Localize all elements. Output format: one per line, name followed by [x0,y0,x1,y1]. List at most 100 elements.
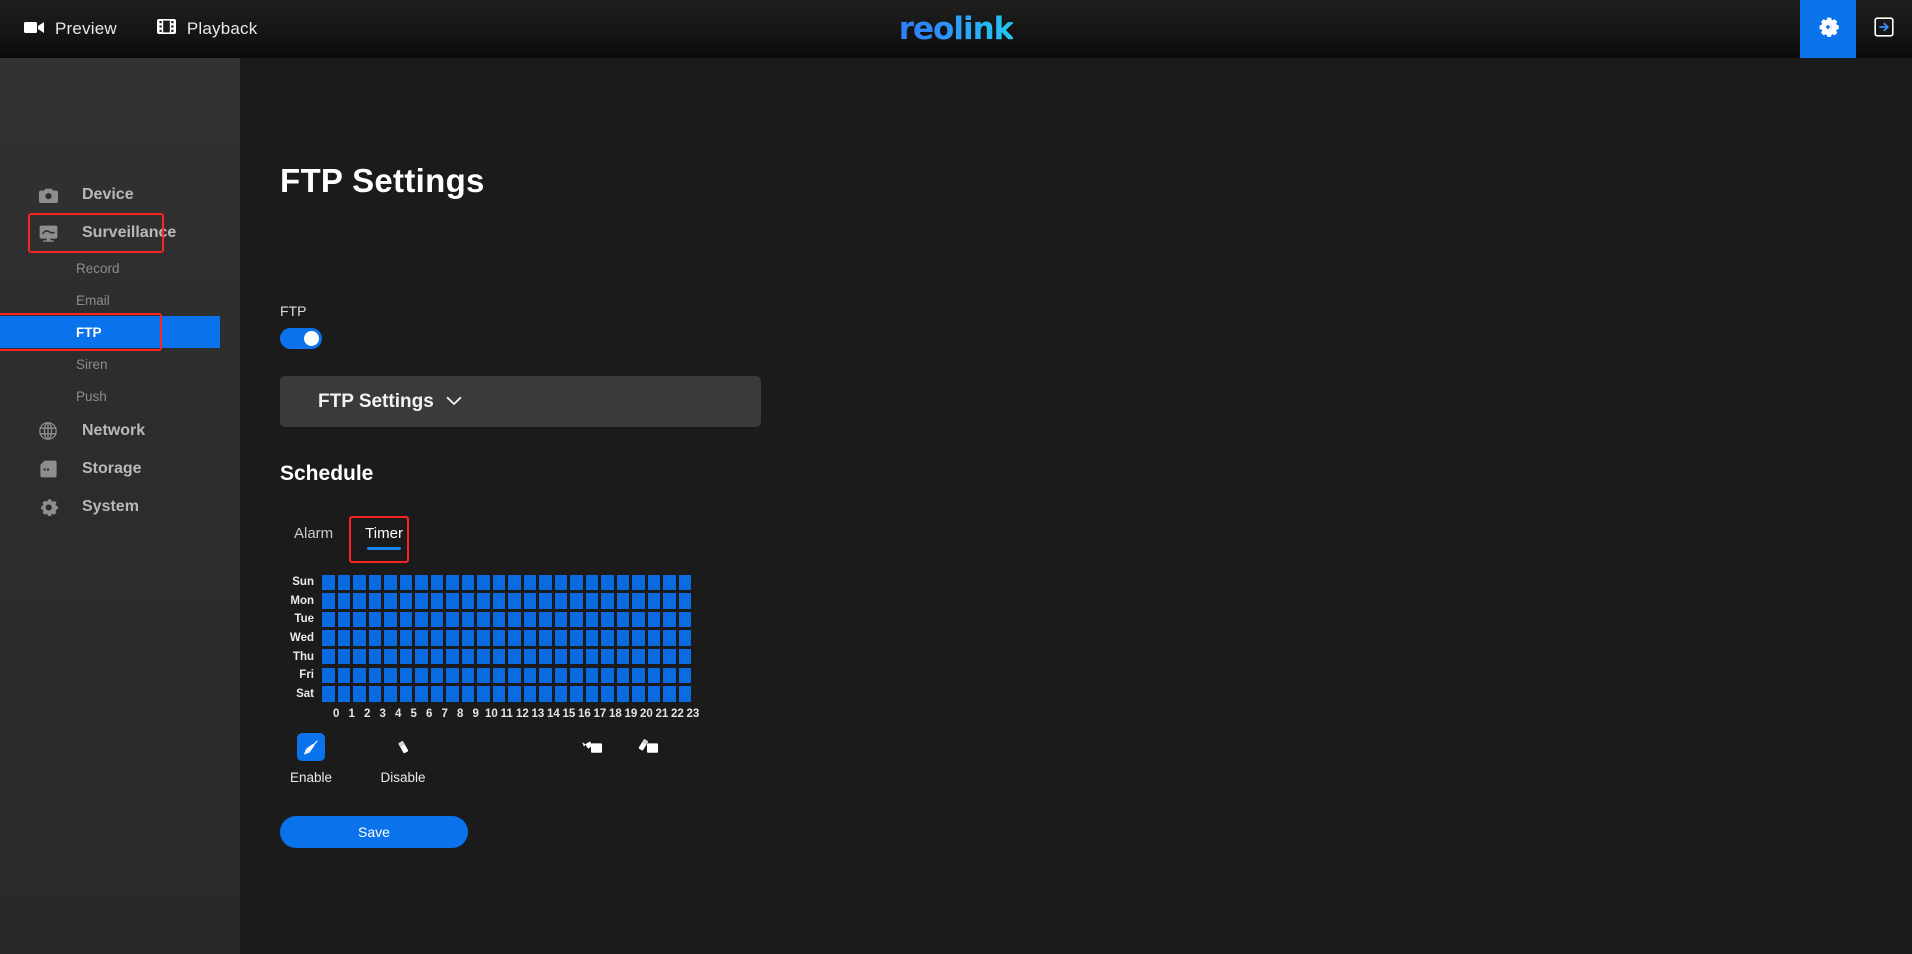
schedule-cell[interactable] [415,611,428,628]
schedule-cell[interactable] [492,667,505,684]
schedule-cell[interactable] [523,648,536,665]
schedule-cell[interactable] [508,648,521,665]
sidebar-item-push[interactable]: Push [0,380,240,412]
schedule-cell[interactable] [570,611,583,628]
schedule-cell[interactable] [322,667,335,684]
save-button[interactable]: Save [280,816,468,848]
schedule-cell[interactable] [353,574,366,591]
schedule-cell[interactable] [523,686,536,702]
schedule-cell[interactable] [585,686,598,702]
schedule-cell[interactable] [678,686,691,702]
schedule-cell[interactable] [399,648,412,665]
schedule-cell[interactable] [678,648,691,665]
logout-button[interactable] [1856,0,1912,58]
schedule-cell[interactable] [384,686,397,702]
schedule-cell[interactable] [508,574,521,591]
schedule-cell[interactable] [539,593,552,609]
schedule-cell[interactable] [322,648,335,665]
tab-timer[interactable]: Timer [349,516,417,563]
schedule-cell[interactable] [539,574,552,591]
schedule-cell[interactable] [322,630,335,646]
schedule-cell[interactable] [461,611,474,628]
schedule-cell[interactable] [415,630,428,646]
schedule-cell[interactable] [368,611,381,628]
schedule-cell[interactable] [570,667,583,684]
schedule-cell[interactable] [446,630,459,646]
schedule-cell[interactable] [523,667,536,684]
sidebar-item-email[interactable]: Email [0,284,240,316]
schedule-cell[interactable] [632,630,645,646]
schedule-cell[interactable] [539,630,552,646]
schedule-cell[interactable] [570,630,583,646]
schedule-cell[interactable] [337,574,350,591]
schedule-cell[interactable] [601,686,614,702]
schedule-cell[interactable] [461,648,474,665]
schedule-cell[interactable] [353,593,366,609]
tab-alarm[interactable]: Alarm [280,518,347,553]
schedule-cell[interactable] [399,630,412,646]
schedule-cell[interactable] [430,611,443,628]
schedule-cell[interactable] [508,667,521,684]
schedule-cell[interactable] [616,630,629,646]
schedule-cell[interactable] [523,593,536,609]
schedule-cell[interactable] [446,667,459,684]
schedule-cell[interactable] [430,667,443,684]
schedule-cell[interactable] [554,611,567,628]
schedule-cell[interactable] [539,686,552,702]
schedule-cell[interactable] [461,593,474,609]
schedule-cell[interactable] [446,648,459,665]
clear-all-button[interactable] [636,736,662,762]
schedule-cell[interactable] [322,574,335,591]
schedule-cell[interactable] [384,611,397,628]
sidebar-item-device[interactable]: Device [0,176,240,214]
schedule-cell[interactable] [477,611,490,628]
schedule-cell[interactable] [415,648,428,665]
schedule-cell[interactable] [585,648,598,665]
schedule-cell[interactable] [337,611,350,628]
schedule-cell[interactable] [461,686,474,702]
schedule-cell[interactable] [399,667,412,684]
schedule-cell[interactable] [492,574,505,591]
schedule-cell[interactable] [554,593,567,609]
schedule-cell[interactable] [384,648,397,665]
schedule-cell[interactable] [399,574,412,591]
sidebar-item-siren[interactable]: Siren [0,348,240,380]
schedule-cell[interactable] [446,686,459,702]
schedule-cell[interactable] [353,667,366,684]
schedule-cell[interactable] [616,667,629,684]
schedule-cell[interactable] [353,686,366,702]
schedule-cell[interactable] [415,667,428,684]
schedule-cell[interactable] [508,593,521,609]
schedule-cell[interactable] [477,686,490,702]
schedule-cell[interactable] [647,686,660,702]
schedule-cell[interactable] [399,686,412,702]
schedule-cell[interactable] [508,686,521,702]
schedule-cell[interactable] [430,593,443,609]
ftp-settings-panel-header[interactable]: FTP Settings [280,376,761,427]
ftp-toggle[interactable] [280,328,322,349]
schedule-cell[interactable] [554,648,567,665]
schedule-cell[interactable] [461,574,474,591]
schedule-cell[interactable] [430,630,443,646]
schedule-cell[interactable] [322,593,335,609]
schedule-cell[interactable] [368,630,381,646]
schedule-cell[interactable] [446,574,459,591]
schedule-cell[interactable] [415,686,428,702]
sidebar-item-ftp[interactable]: FTP [0,313,220,351]
schedule-cell[interactable] [399,611,412,628]
schedule-cell[interactable] [616,593,629,609]
schedule-cell[interactable] [492,686,505,702]
schedule-cell[interactable] [477,593,490,609]
schedule-cell[interactable] [353,630,366,646]
schedule-cell[interactable] [477,667,490,684]
sidebar-item-storage[interactable]: Storage [0,450,240,488]
schedule-cell[interactable] [461,667,474,684]
schedule-cell[interactable] [663,648,676,665]
schedule-cell[interactable] [337,648,350,665]
schedule-cell[interactable] [399,593,412,609]
enable-tool[interactable]: Enable [280,733,342,785]
schedule-cell[interactable] [601,667,614,684]
top-nav-preview[interactable]: Preview [24,0,117,58]
schedule-cell[interactable] [570,648,583,665]
schedule-cell[interactable] [384,630,397,646]
